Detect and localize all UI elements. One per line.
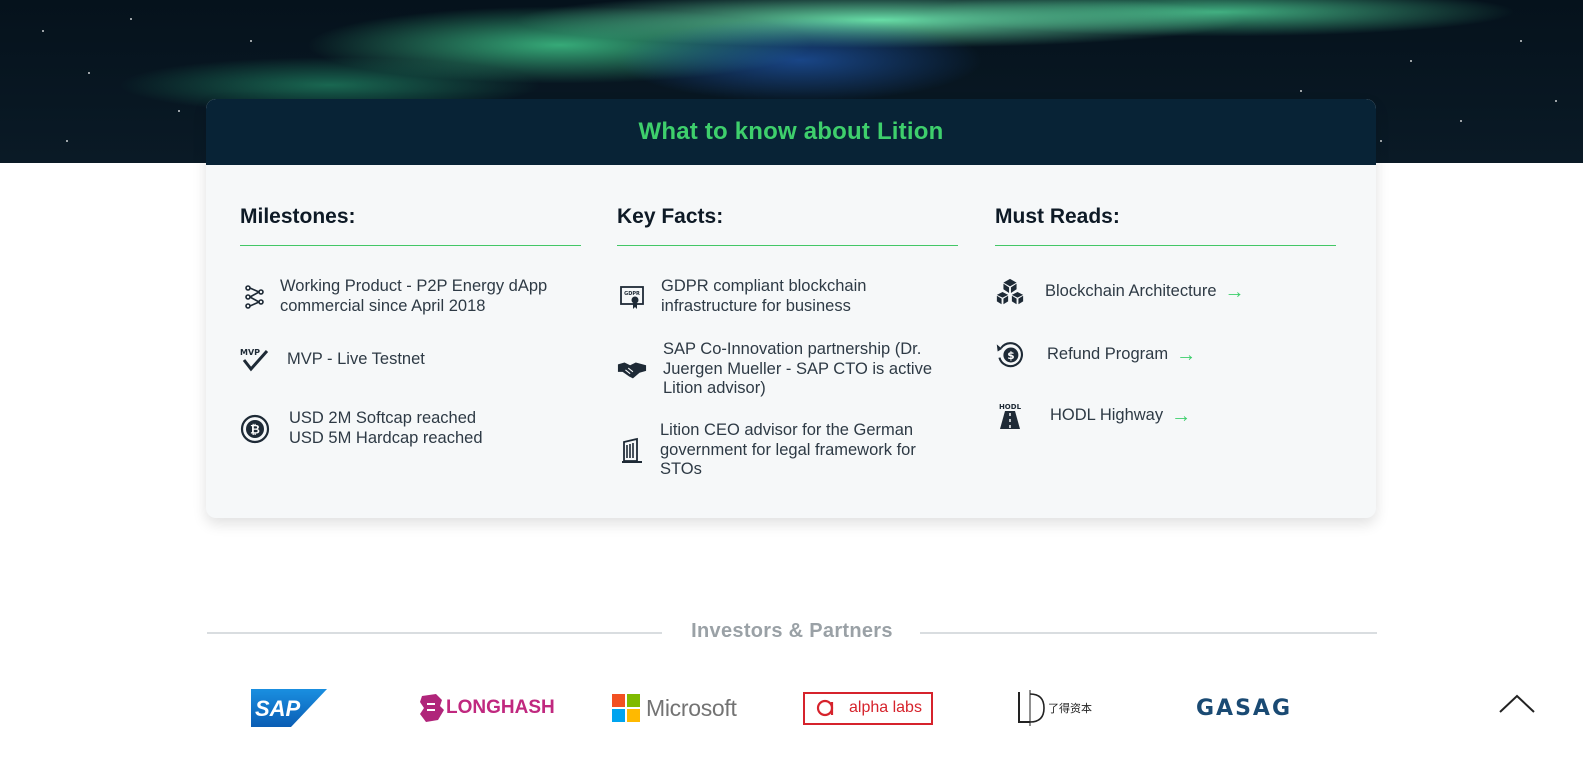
key-fact-item: Lition CEO advisor for the German govern… xyxy=(617,421,916,480)
milestone-line: USD 5M Hardcap reached xyxy=(289,428,483,447)
alpha-labs-logo: alpha labs xyxy=(803,688,933,728)
must-read-label: Blockchain Architecture xyxy=(1045,282,1217,301)
must-read-blockchain-architecture-link[interactable]: Blockchain Architecture → xyxy=(995,277,1245,307)
card-header: What to know about Lition xyxy=(206,99,1376,165)
arrow-right-icon: → xyxy=(1224,280,1245,303)
gdpr-certificate-icon: GDPR xyxy=(617,282,647,312)
svg-text:HODL: HODL xyxy=(999,403,1022,411)
scroll-to-top-button[interactable] xyxy=(1498,692,1536,716)
key-facts-heading: Key Facts: xyxy=(617,205,958,246)
refund-dollar-icon: $ xyxy=(995,340,1025,370)
network-nodes-icon xyxy=(240,282,270,312)
mvp-check-icon: MVP xyxy=(240,345,270,375)
alpha-mark-icon xyxy=(816,699,834,717)
must-reads-column: Must Reads: Blockchain Architecture → $ … xyxy=(995,165,1336,429)
card-title: What to know about Lition xyxy=(638,118,944,145)
key-fact-line: Lition CEO advisor for the German xyxy=(660,421,914,439)
key-fact-line: GDPR compliant blockchain xyxy=(661,277,867,295)
gasag-logo-text: GASAG xyxy=(1196,695,1293,721)
ld-capital-logo: 了得资本 xyxy=(1016,688,1092,728)
milestone-item: MVP MVP - Live Testnet xyxy=(240,345,425,375)
about-lition-card: What to know about Lition Milestones: Wo… xyxy=(206,99,1376,518)
government-building-icon xyxy=(617,435,647,465)
investors-title: Investors & Partners xyxy=(691,620,893,642)
longhash-logo-text: LONGHASH xyxy=(446,697,555,718)
must-read-label: Refund Program xyxy=(1047,345,1169,364)
must-read-refund-program-link[interactable]: $ Refund Program → xyxy=(995,340,1196,370)
key-fact-item: GDPR GDPR compliant blockchain infrastru… xyxy=(617,277,866,316)
gasag-logo: GASAG xyxy=(1196,688,1292,728)
longhash-logo: LONGHASH xyxy=(418,688,555,728)
key-fact-line: SAP Co-Innovation partnership (Dr. xyxy=(663,340,922,358)
milestone-item: ₿ USD 2M Softcap reached USD 5M Hardcap … xyxy=(240,409,483,448)
microsoft-logo: Microsoft xyxy=(612,688,737,728)
milestone-line: Working Product - P2P Energy dApp xyxy=(280,277,548,295)
chevron-up-icon xyxy=(1499,694,1535,713)
arrow-right-icon: → xyxy=(1171,404,1192,427)
ld-mark-icon xyxy=(1018,690,1045,726)
key-fact-line: infrastructure for business xyxy=(661,296,851,315)
sap-logo-text: SAP xyxy=(255,696,301,721)
milestones-heading: Milestones: xyxy=(240,205,581,246)
milestone-item: Working Product - P2P Energy dApp commer… xyxy=(240,277,547,316)
longhash-mark-icon xyxy=(420,694,444,722)
must-read-label: HODL Highway xyxy=(1050,406,1164,425)
key-facts-column: Key Facts: GDPR GDPR compliant blockchai… xyxy=(617,165,958,478)
milestone-line: MVP - Live Testnet xyxy=(287,350,425,369)
svg-text:MVP: MVP xyxy=(240,348,260,357)
blockchain-cubes-icon xyxy=(995,277,1025,307)
arrow-right-icon: → xyxy=(1176,343,1197,366)
svg-text:GDPR: GDPR xyxy=(624,291,640,297)
must-reads-heading: Must Reads: xyxy=(995,205,1336,246)
investors-heading-row: Investors & Partners xyxy=(207,620,1377,644)
key-fact-line: STOs xyxy=(660,460,702,478)
milestone-line: commercial since April 2018 xyxy=(280,296,486,315)
alpha-labs-logo-text: alpha labs xyxy=(849,699,922,716)
sap-logo: SAP xyxy=(251,688,327,728)
milestones-column: Milestones: Working Product - P2P Energy… xyxy=(240,165,581,447)
key-fact-line: Lition advisor) xyxy=(663,379,766,397)
ld-capital-logo-text: 了得资本 xyxy=(1048,703,1092,715)
handshake-icon xyxy=(617,354,647,384)
svg-text:$: $ xyxy=(1007,350,1014,362)
must-read-hodl-highway-link[interactable]: HODL HODL Highway → xyxy=(995,401,1191,431)
milestone-line: USD 2M Softcap reached xyxy=(289,409,477,427)
key-fact-line: Juergen Mueller - SAP CTO is active xyxy=(663,359,932,378)
key-fact-item: SAP Co-Innovation partnership (Dr. Juerg… xyxy=(617,340,932,399)
bitcoin-cycle-icon: ₿ xyxy=(240,414,270,444)
svg-text:₿: ₿ xyxy=(250,422,260,436)
microsoft-logo-text: Microsoft xyxy=(646,694,737,721)
microsoft-squares-icon xyxy=(612,694,640,722)
hodl-highway-icon: HODL xyxy=(995,401,1025,431)
key-fact-line: government for legal framework for xyxy=(660,440,916,459)
